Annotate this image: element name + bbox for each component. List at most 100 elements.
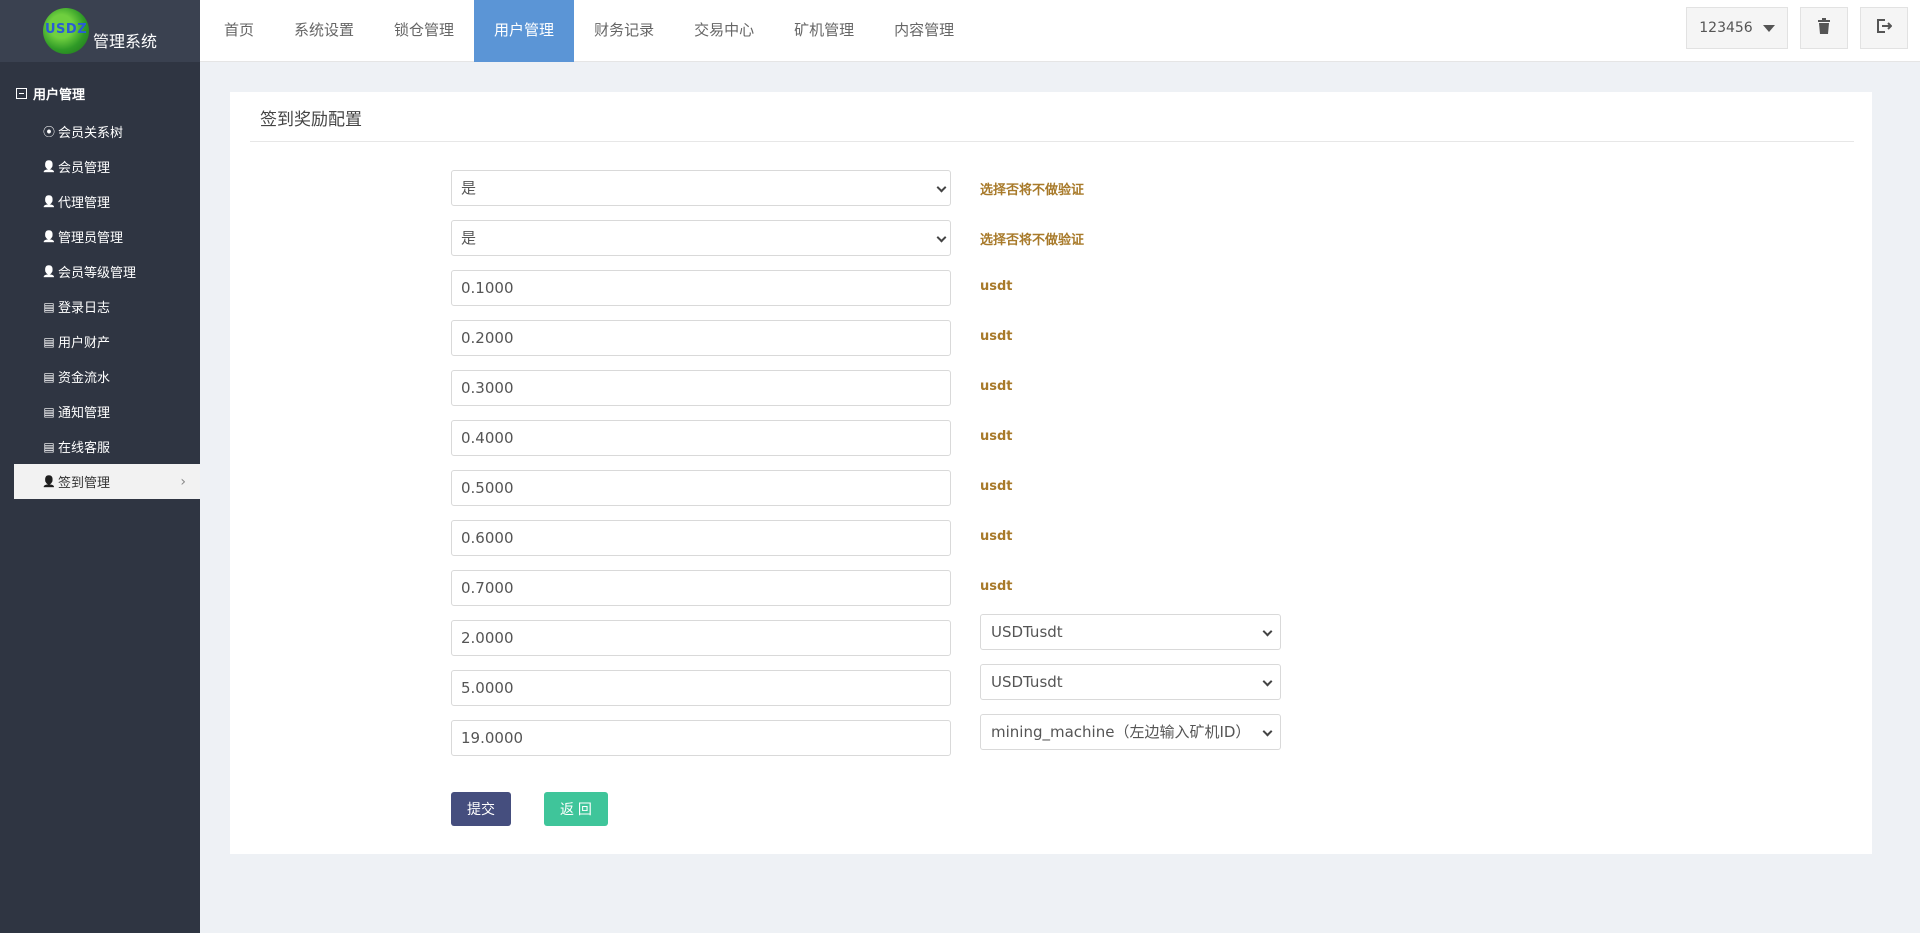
form-row: 连续签到三十天额外奖励：mining_machine（左边输入矿机ID） [230, 714, 1872, 756]
nav-tab-4[interactable]: 财务记录 [574, 0, 674, 62]
sidebar-item-label: 资金流水 [58, 371, 111, 386]
panel-divider [250, 141, 1854, 142]
reward-type-select[interactable]: mining_machine（左边输入矿机ID） [980, 714, 1281, 750]
username: 123456 [1699, 20, 1753, 36]
sidebar-item-5[interactable]: ▤ 登录日志 [0, 289, 200, 324]
field-hint: usdt [980, 329, 1013, 344]
sidebar-item-label: 在线客服 [58, 441, 111, 456]
user-icon: 👤 [42, 195, 56, 208]
form-row: 连续签到第二天奖励：usdt [230, 320, 1872, 356]
sidebar-item-6[interactable]: ▤ 用户财产 [0, 324, 200, 359]
nav-tab-6[interactable]: 矿机管理 [774, 0, 874, 62]
logout-icon [1876, 18, 1893, 39]
form-row: 连续签到第六天奖励：usdt [230, 520, 1872, 556]
field-hint: usdt [980, 279, 1013, 294]
nav-tab-7[interactable]: 内容管理 [874, 0, 974, 62]
sidebar-item-label: 代理管理 [58, 196, 111, 211]
sidebar-item-label: 会员关系树 [58, 126, 124, 141]
nav-tab-5[interactable]: 交易中心 [674, 0, 774, 62]
panel-title: 签到奖励配置 [260, 110, 362, 130]
form-row: 判断当前是否持有矿机：是选择否将不做验证 [230, 220, 1872, 256]
reward-type-select[interactable]: USDTusdt [980, 614, 1281, 650]
form-row: 连续签到第七天奖励：usdt [230, 570, 1872, 606]
sidebar: USDZ 管理系统 用户管理 ⦿ 会员关系树 👤 会员管理 👤 代理管理 👤 管理员管理 👤 会员… [0, 0, 200, 933]
reward-amount-input[interactable] [451, 320, 951, 356]
sidebar-item-7[interactable]: ▤ 资金流水 [0, 359, 200, 394]
user-icon: 👤 [42, 475, 56, 488]
sidebar-item-label: 会员管理 [58, 161, 111, 176]
clear-cache-button[interactable] [1800, 7, 1848, 49]
app-title: 管理系统 [92, 32, 157, 51]
field-hint: 选择否将不做验证 [980, 233, 1085, 248]
sidebar-group-user-management[interactable]: 用户管理 [0, 72, 200, 114]
field-hint: 选择否将不做验证 [980, 183, 1085, 198]
list-icon: ▤ [43, 439, 55, 454]
sidebar-item-label: 会员等级管理 [58, 266, 137, 281]
form-row: 连续签到第四天奖励：usdt [230, 420, 1872, 456]
list-icon: ▤ [43, 334, 55, 349]
back-button[interactable]: 返 回 [544, 792, 608, 826]
trash-icon [1817, 17, 1831, 39]
form-row: 连续签到第三天奖励：usdt [230, 370, 1872, 406]
caret-down-icon [1762, 24, 1775, 32]
logo: USDZ 管理系统 [0, 0, 200, 62]
reward-amount-input[interactable] [451, 570, 951, 606]
sidebar-item-8[interactable]: ▤ 通知管理 [0, 394, 200, 429]
sidebar-item-9[interactable]: ▤ 在线客服 [0, 429, 200, 464]
nav-tab-3[interactable]: 用户管理 [474, 0, 575, 62]
reward-amount-input[interactable] [451, 420, 951, 456]
user-icon: 👤 [42, 265, 56, 278]
sidebar-item-2[interactable]: 👤 代理管理 [0, 184, 200, 219]
field-hint: usdt [980, 479, 1013, 494]
collapse-icon [16, 87, 27, 99]
nav-tab-2[interactable]: 锁仓管理 [374, 0, 474, 62]
sidebar-item-label: 通知管理 [58, 406, 111, 421]
target-icon: ⦿ [42, 125, 55, 139]
form-row: 判断当前是否实名认证：是选择否将不做验证 [230, 170, 1872, 206]
logo-brand-text: USDZ [44, 22, 88, 37]
user-icon: 👤 [42, 230, 56, 243]
user-icon: 👤 [42, 160, 56, 173]
globe-logo-icon: USDZ [42, 8, 89, 54]
reward-amount-input[interactable] [451, 670, 951, 706]
sidebar-item-4[interactable]: 👤 会员等级管理 [0, 254, 200, 289]
form-row: 连续签到第一天奖励：usdt [230, 270, 1872, 306]
sidebar-item-3[interactable]: 👤 管理员管理 [0, 219, 200, 254]
main-nav: 首页 系统设置 锁仓管理 用户管理 财务记录 交易中心 矿机管理 内容管理 [200, 0, 1920, 62]
yes-no-select[interactable]: 是 [451, 170, 951, 206]
list-icon: ▤ [43, 299, 55, 314]
nav-tab-0[interactable]: 首页 [204, 0, 274, 62]
field-hint: usdt [980, 429, 1013, 444]
sidebar-item-1[interactable]: 👤 会员管理 [0, 149, 200, 184]
reward-amount-input[interactable] [451, 620, 951, 656]
top-navbar: 首页 系统设置 锁仓管理 用户管理 财务记录 交易中心 矿机管理 内容管理 123456 [200, 0, 1920, 62]
field-hint: usdt [980, 579, 1013, 594]
sidebar-item-label: 用户财产 [58, 336, 111, 351]
sidebar-item-10[interactable]: 👤 签到管理 › [14, 464, 200, 499]
reward-amount-input[interactable] [451, 470, 951, 506]
list-icon: ▤ [43, 369, 55, 384]
reward-type-select[interactable]: USDTusdt [980, 664, 1281, 700]
form-row: 连续签到七天额外奖励：USDTusdt [230, 614, 1872, 656]
yes-no-select[interactable]: 是 [451, 220, 951, 256]
field-hint: usdt [980, 379, 1013, 394]
sidebar-item-label: 登录日志 [58, 301, 111, 316]
reward-amount-input[interactable] [451, 720, 951, 756]
field-hint: usdt [980, 529, 1013, 544]
nav-tab-1[interactable]: 系统设置 [274, 0, 374, 62]
chevron-right-icon: › [180, 473, 186, 490]
reward-amount-input[interactable] [451, 520, 951, 556]
sidebar-group-label: 用户管理 [33, 87, 86, 103]
reward-amount-input[interactable] [451, 370, 951, 406]
logout-button[interactable] [1860, 7, 1908, 49]
list-icon: ▤ [43, 404, 55, 419]
sidebar-item-label: 管理员管理 [58, 231, 124, 246]
reward-amount-input[interactable] [451, 270, 951, 306]
user-menu-button[interactable]: 123456 [1686, 7, 1788, 49]
form-row: 连续签到十五天额外奖励：USDTusdt [230, 664, 1872, 706]
submit-button[interactable]: 提交 [451, 792, 511, 826]
sidebar-item-0[interactable]: ⦿ 会员关系树 [0, 114, 200, 149]
top-right-actions: 123456 [1686, 7, 1908, 49]
form-row: 连续签到第五天奖励：usdt [230, 470, 1872, 506]
sign-in-reward-panel: 签到奖励配置 判断当前是否实名认证：是选择否将不做验证判断当前是否持有矿机：是选… [230, 92, 1872, 854]
